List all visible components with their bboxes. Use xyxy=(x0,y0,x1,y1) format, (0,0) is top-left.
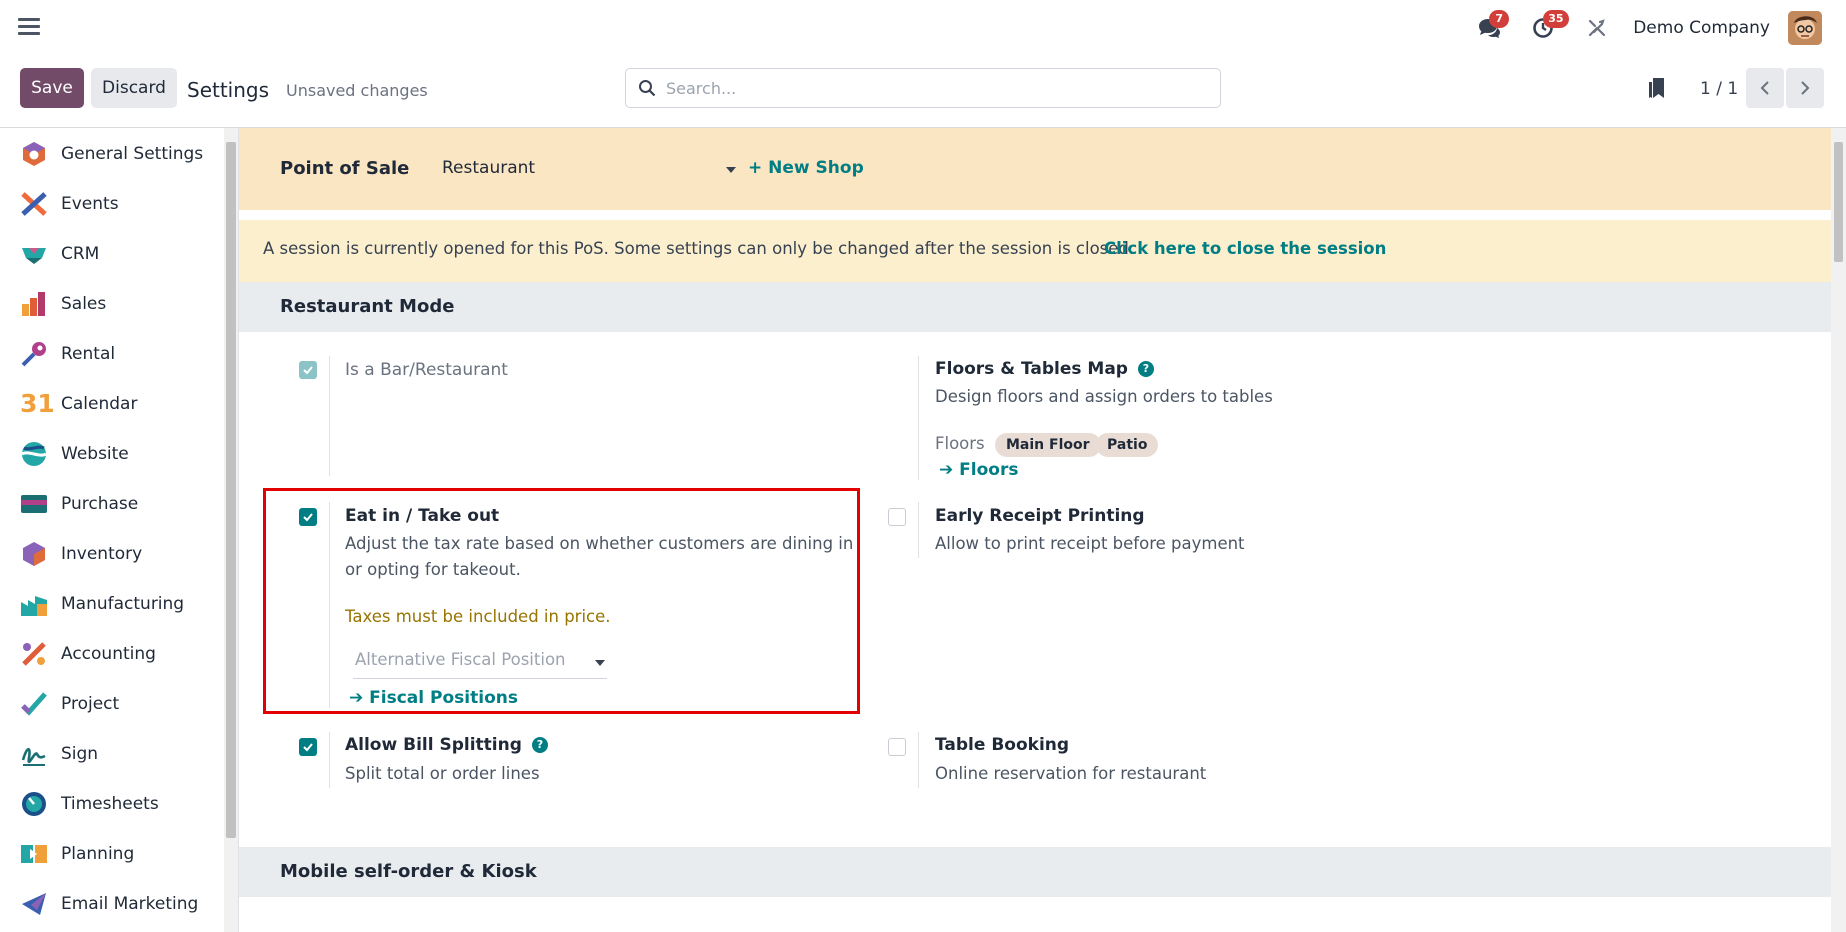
is-bar-restaurant-checkbox[interactable] xyxy=(299,361,317,379)
control-panel: Save Discard Settings Unsaved changes 1 … xyxy=(0,56,1846,128)
search-box[interactable] xyxy=(625,68,1221,108)
activity-clock-icon[interactable]: 35 xyxy=(1527,10,1569,44)
floors-map-title: Floors & Tables Map? xyxy=(935,359,1154,379)
navbar-systray: 7 35 Demo Company xyxy=(1451,10,1822,46)
general-settings-icon xyxy=(23,142,45,166)
search-input[interactable] xyxy=(666,75,1206,101)
accounting-icon xyxy=(22,642,46,666)
main-scrollbar[interactable] xyxy=(1831,128,1846,932)
inventory-icon xyxy=(23,542,45,566)
alert-message: A session is currently opened for this P… xyxy=(263,239,1135,258)
bill-splitting-checkbox[interactable] xyxy=(299,738,317,756)
crm-icon xyxy=(22,248,46,264)
discard-button[interactable]: Discard xyxy=(91,68,177,108)
search-icon xyxy=(639,80,656,97)
sidebar-item-inventory[interactable]: Inventory xyxy=(0,530,222,578)
setting-divider xyxy=(329,732,330,788)
sidebar-item-crm[interactable]: CRM xyxy=(0,230,222,278)
chevron-right-icon xyxy=(1801,81,1810,95)
setting-divider xyxy=(918,502,919,558)
setting-divider xyxy=(329,356,330,476)
floors-field-label: Floors xyxy=(935,434,985,453)
menu-toggle-icon[interactable] xyxy=(18,18,40,36)
manufacturing-icon xyxy=(21,596,47,616)
table-booking-checkbox[interactable] xyxy=(888,738,906,756)
company-switcher[interactable]: Demo Company xyxy=(1633,18,1770,38)
pos-selector-bar: Point of Sale Restaurant + New Shop xyxy=(239,128,1831,210)
pager-value[interactable]: 1 / 1 xyxy=(1700,79,1738,99)
rental-icon xyxy=(21,342,46,367)
section-header-mobile-self-order: Mobile self-order & Kiosk xyxy=(239,847,1831,897)
early-receipt-description: Allow to print receipt before payment xyxy=(935,534,1245,553)
arrow-right-icon: ➔ xyxy=(939,460,960,480)
debug-tools-icon[interactable] xyxy=(1581,12,1613,44)
floors-map-description: Design floors and assign orders to table… xyxy=(935,387,1273,406)
timesheets-icon xyxy=(22,792,46,816)
pos-label: Point of Sale xyxy=(280,158,410,179)
help-icon[interactable]: ? xyxy=(531,737,548,753)
floor-tag-patio[interactable]: Patio xyxy=(1096,433,1159,457)
caret-down-icon[interactable] xyxy=(726,167,736,173)
close-session-link[interactable]: Click here to close the session xyxy=(1104,239,1386,258)
help-icon[interactable]: ? xyxy=(1137,361,1154,377)
sidebar-item-sales[interactable]: Sales xyxy=(0,280,222,328)
calendar-icon: 31 xyxy=(20,389,55,418)
messages-badge: 7 xyxy=(1489,10,1510,28)
setting-divider xyxy=(918,356,919,480)
table-booking-title: Table Booking xyxy=(935,735,1070,755)
sidebar-item-events[interactable]: Events xyxy=(0,180,222,228)
highlight-box xyxy=(263,488,860,714)
purchase-icon xyxy=(21,495,47,513)
session-alert: A session is currently opened for this P… xyxy=(239,220,1831,282)
chevron-left-icon xyxy=(1760,81,1769,95)
early-receipt-checkbox[interactable] xyxy=(888,508,906,526)
sidebar-item-email-marketing[interactable]: Email Marketing xyxy=(0,880,222,928)
sign-icon xyxy=(21,747,46,766)
sidebar-item-rental[interactable]: Rental xyxy=(0,330,222,378)
bill-splitting-description: Split total or order lines xyxy=(345,764,540,783)
is-bar-restaurant-label: Is a Bar/Restaurant xyxy=(345,360,508,380)
messages-icon[interactable]: 7 xyxy=(1473,10,1510,44)
sidebar-item-calendar[interactable]: 31 Calendar xyxy=(0,380,222,428)
section-header-restaurant-mode: Restaurant Mode xyxy=(239,282,1831,332)
sidebar-item-sign[interactable]: Sign xyxy=(0,730,222,778)
activity-badge: 35 xyxy=(1543,10,1569,28)
email-marketing-icon xyxy=(22,893,46,915)
sidebar-item-purchase[interactable]: Purchase xyxy=(0,480,222,528)
new-shop-button[interactable]: + New Shop xyxy=(748,158,864,178)
page-title: Settings xyxy=(187,78,270,102)
project-icon xyxy=(21,692,47,716)
bill-splitting-title: Allow Bill Splitting? xyxy=(345,735,548,755)
early-receipt-title: Early Receipt Printing xyxy=(935,506,1145,526)
sidebar-item-general-settings[interactable]: General Settings xyxy=(0,130,222,178)
user-avatar[interactable] xyxy=(1788,11,1822,45)
planning-icon xyxy=(21,845,47,863)
events-icon xyxy=(21,192,47,216)
floors-link[interactable]: ➔ Floors xyxy=(939,460,1018,480)
pager-next-button[interactable] xyxy=(1786,68,1824,108)
unsaved-indicator: Unsaved changes xyxy=(286,81,428,100)
sidebar-item-timesheets[interactable]: Timesheets xyxy=(0,780,222,828)
setting-divider xyxy=(918,732,919,788)
sidebar-item-accounting[interactable]: Accounting xyxy=(0,630,222,678)
sidebar-item-project[interactable]: Project xyxy=(0,680,222,728)
sidebar-item-website[interactable]: Website xyxy=(0,430,222,478)
pager-previous-button[interactable] xyxy=(1746,68,1784,108)
bookmark-icon[interactable] xyxy=(1646,76,1668,104)
sidebar-scrollbar[interactable] xyxy=(224,128,238,932)
top-navbar: 7 35 Demo Company xyxy=(0,0,1846,56)
website-icon xyxy=(21,442,47,466)
settings-sidebar: General Settings Events CRM Sales Rental… xyxy=(0,128,222,932)
shop-select[interactable]: Restaurant xyxy=(442,158,742,178)
sidebar-item-manufacturing[interactable]: Manufacturing xyxy=(0,580,222,628)
floor-tag-main[interactable]: Main Floor xyxy=(995,433,1101,457)
sidebar-item-planning[interactable]: Planning xyxy=(0,830,222,878)
sales-icon xyxy=(22,292,45,316)
table-booking-description: Online reservation for restaurant xyxy=(935,764,1207,783)
save-button[interactable]: Save xyxy=(20,68,84,108)
